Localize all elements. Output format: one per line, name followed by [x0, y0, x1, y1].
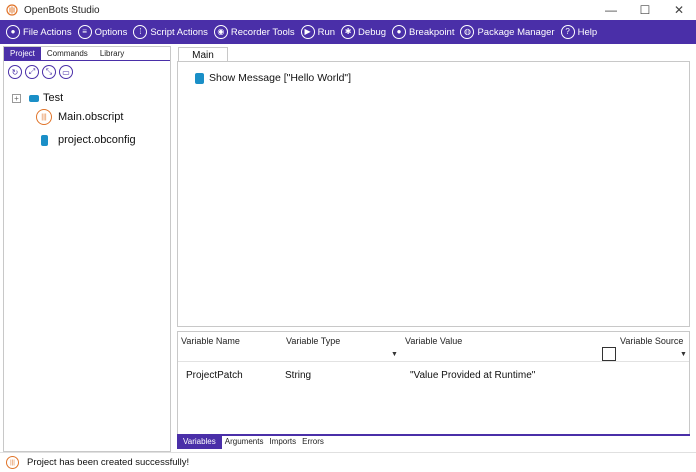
tab-arguments[interactable]: Arguments: [222, 436, 267, 449]
openbots-status-icon: |||: [6, 456, 19, 469]
tab-project[interactable]: Project: [4, 47, 41, 60]
close-button[interactable]: ✕: [662, 0, 696, 20]
collapse-icon[interactable]: ⤡: [42, 65, 56, 79]
variable-type-cell[interactable]: String: [285, 370, 311, 381]
tab-main[interactable]: Main: [178, 47, 228, 62]
maximize-button[interactable]: ☐: [628, 0, 662, 20]
debug-label: Debug: [358, 26, 387, 38]
tree-node-label: project.obconfig: [58, 134, 136, 146]
tree-node-label: Main.obscript: [58, 111, 124, 123]
tab-errors[interactable]: Errors: [299, 436, 327, 449]
camera-icon: ◉: [213, 25, 228, 39]
tab-imports[interactable]: Imports: [266, 436, 299, 449]
header-variable-source: Variable Source: [620, 336, 684, 346]
status-message: Project has been created successfully!: [27, 457, 190, 468]
help-icon: ?: [560, 25, 575, 39]
options-label: Options: [94, 26, 128, 38]
left-pane-tabs: Project Commands Library: [4, 47, 170, 61]
script-editor[interactable]: Show Message ["Hello World"]: [177, 61, 690, 327]
project-toolbar: ↻ ⤢ ⤡ ▭: [4, 61, 170, 83]
header-variable-type: Variable Type: [286, 336, 341, 346]
status-bar: ||| Project has been created successfull…: [0, 452, 696, 472]
run-menu[interactable]: ▶ Run: [300, 25, 336, 39]
command-row[interactable]: Show Message ["Hello World"]: [195, 72, 351, 84]
tree-node-project-obconfig[interactable]: project.obconfig: [41, 134, 136, 146]
tab-variables[interactable]: Variables: [177, 436, 222, 449]
window-title: OpenBots Studio: [24, 4, 100, 16]
breakpoint-label: Breakpoint: [409, 26, 455, 38]
tab-commands[interactable]: Commands: [41, 47, 94, 60]
file-actions-label: File Actions: [23, 26, 72, 38]
script-actions-menu[interactable]: ⁞ Script Actions: [133, 25, 208, 39]
breakpoint-icon: ●: [392, 25, 407, 39]
expand-icon[interactable]: ⤢: [25, 65, 39, 79]
options-icon: ≡: [77, 25, 92, 39]
tree-node-test[interactable]: + Test: [12, 92, 63, 104]
run-label: Run: [317, 26, 336, 38]
command-text: Show Message ["Hello World"]: [209, 72, 352, 84]
script-icon: ⁞: [133, 25, 148, 39]
open-folder-icon[interactable]: ▭: [59, 65, 73, 79]
message-icon: [195, 72, 204, 84]
menu-circle-icon: ●: [6, 25, 20, 39]
variables-panel: Variable Name Variable Type Variable Val…: [177, 331, 690, 435]
variable-value-cell[interactable]: "Value Provided at Runtime": [410, 370, 535, 381]
source-dropdown-arrow-icon[interactable]: ▼: [679, 351, 688, 360]
breakpoint-menu[interactable]: ● Breakpoint: [392, 25, 454, 39]
header-variable-value: Variable Value: [405, 336, 463, 346]
expand-toggle-icon[interactable]: +: [12, 93, 21, 103]
debug-menu[interactable]: ✱ Debug: [341, 25, 386, 39]
bug-icon: ✱: [341, 25, 356, 39]
variable-name-cell[interactable]: ProjectPatch: [186, 370, 243, 381]
config-file-icon: [41, 134, 48, 146]
openbots-logo-icon: [6, 4, 18, 16]
options-menu[interactable]: ≡ Options: [77, 25, 128, 39]
bottom-tabs: Variables Arguments Imports Errors: [177, 434, 690, 449]
tree-node-label: Test: [43, 92, 64, 104]
help-label: Help: [577, 26, 598, 38]
type-dropdown-arrow-icon[interactable]: ▼: [390, 351, 399, 360]
recorder-tools-label: Recorder Tools: [230, 26, 295, 38]
package-manager-label: Package Manager: [477, 26, 555, 38]
folder-icon: [29, 94, 39, 102]
script-file-icon: |||: [36, 109, 52, 125]
header-variable-name: Variable Name: [181, 336, 240, 346]
tab-library[interactable]: Library: [94, 47, 130, 60]
help-menu[interactable]: ? Help: [560, 25, 598, 39]
menu-bar: ● File Actions ≡ Options ⁞ Script Action…: [0, 20, 696, 44]
script-actions-label: Script Actions: [150, 26, 208, 38]
title-bar: OpenBots Studio — ☐ ✕: [0, 0, 696, 20]
tree-node-main-obscript[interactable]: ||| Main.obscript: [36, 109, 123, 125]
project-explorer-pane: Project Commands Library ↻ ⤢ ⤡ ▭ + Test …: [3, 46, 171, 452]
play-icon: ▶: [300, 25, 315, 39]
header-divider: [178, 361, 689, 362]
refresh-icon[interactable]: ↻: [8, 65, 22, 79]
file-actions-menu[interactable]: ● File Actions: [6, 25, 72, 39]
recorder-tools-menu[interactable]: ◉ Recorder Tools: [213, 25, 295, 39]
source-checkbox[interactable]: [602, 347, 616, 361]
package-icon: ◍: [460, 25, 475, 39]
minimize-button[interactable]: —: [594, 0, 628, 20]
package-manager-menu[interactable]: ◍ Package Manager: [460, 25, 555, 39]
